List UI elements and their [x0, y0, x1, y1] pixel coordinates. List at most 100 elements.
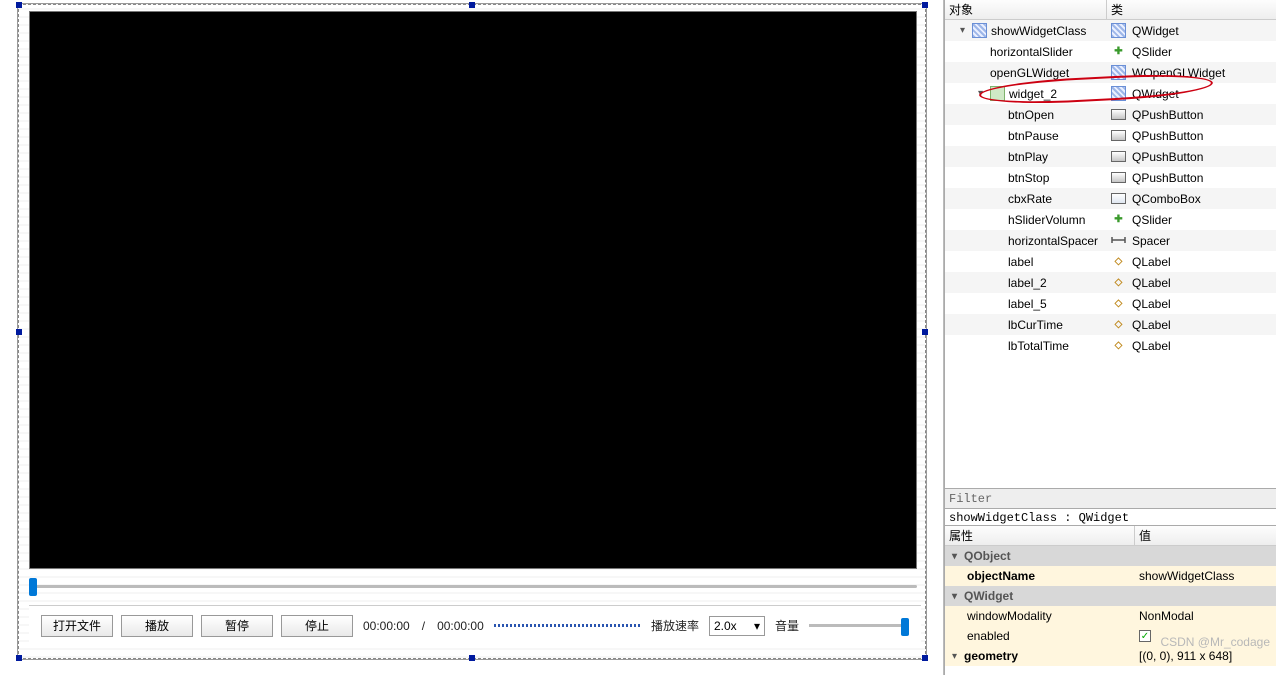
class-name: QLabel	[1132, 318, 1171, 332]
object-name: cbxRate	[1008, 192, 1052, 206]
volume-slider[interactable]	[809, 617, 909, 635]
rate-label: 播放速率	[649, 617, 701, 634]
property-row[interactable]: enabled ✓	[945, 626, 1276, 646]
prop-value[interactable]: showWidgetClass	[1139, 569, 1234, 583]
tree-row[interactable]: ▾widget_2QWidget	[945, 83, 1276, 104]
volume-label: 音量	[773, 617, 801, 634]
tree-row[interactable]: btnOpenQPushButton	[945, 104, 1276, 125]
class-name: Spacer	[1132, 234, 1170, 248]
tree-row[interactable]: openGLWidget WOpenGLWidget	[945, 62, 1276, 83]
stop-button[interactable]: 停止	[281, 615, 353, 637]
object-tree[interactable]: ▾ showWidgetClass QWidget horizontalSlider ✚…	[945, 20, 1276, 488]
class-name: QSlider	[1132, 213, 1172, 227]
header-property[interactable]: 属性	[945, 526, 1135, 545]
horizontal-slider[interactable]	[29, 577, 917, 597]
class-name: QPushButton	[1132, 129, 1203, 143]
property-header: 属性 值	[945, 526, 1276, 546]
object-name: btnPause	[1008, 129, 1059, 143]
object-name: lbTotalTime	[1008, 339, 1069, 353]
prop-value[interactable]: NonModal	[1139, 609, 1194, 623]
expander-icon[interactable]: ▾	[975, 88, 986, 99]
pushbutton-icon	[1111, 109, 1126, 120]
class-name: QPushButton	[1132, 150, 1203, 164]
property-row[interactable]: ▾geometry[(0, 0), 911 x 648]	[945, 646, 1276, 666]
designer-panel: 打开文件 播放 暂停 停止 00:00:00 / 00:00:00 播放速率 2…	[0, 0, 944, 675]
object-name: btnOpen	[1008, 108, 1054, 122]
object-name: showWidgetClass	[991, 24, 1086, 38]
inspector-panel: 对象 类 ▾ showWidgetClass QWidget horizontalSl…	[944, 0, 1276, 675]
class-name: QComboBox	[1132, 192, 1201, 206]
object-name: horizontalSlider	[990, 45, 1073, 59]
header-object[interactable]: 对象	[945, 0, 1107, 19]
vbox-icon	[990, 86, 1005, 101]
slider-icon: ✚	[1111, 44, 1126, 59]
label-icon: ◇	[1111, 338, 1126, 353]
tree-row[interactable]: label◇QLabel	[945, 251, 1276, 272]
tree-row[interactable]: hSliderVolumn✚QSlider	[945, 209, 1276, 230]
pushbutton-icon	[1111, 130, 1126, 141]
prop-name: windowModality	[967, 609, 1052, 623]
tree-row[interactable]: btnStop QPushButton	[945, 167, 1276, 188]
expander-icon[interactable]: ▾	[957, 25, 968, 36]
widget-icon	[1111, 23, 1126, 38]
object-name: openGLWidget	[990, 66, 1069, 80]
opengl-widget[interactable]	[29, 11, 917, 569]
property-row[interactable]: ▾QObject	[945, 546, 1276, 566]
prop-name: geometry	[964, 649, 1018, 663]
tree-row[interactable]: lbCurTime◇QLabel	[945, 314, 1276, 335]
object-name: btnStop	[1008, 171, 1049, 185]
class-name: WOpenGLWidget	[1132, 66, 1225, 80]
property-tree[interactable]: CSDN @Mr_codage ▾QObjectobjectNameshowWi…	[945, 546, 1276, 675]
pushbutton-icon	[1111, 151, 1126, 162]
tree-row[interactable]: cbxRate QComboBox	[945, 188, 1276, 209]
checkbox-icon[interactable]: ✓	[1139, 630, 1151, 642]
rate-combobox[interactable]: 2.0x ▾	[709, 616, 765, 636]
slider-icon: ✚	[1111, 212, 1126, 227]
open-button[interactable]: 打开文件	[41, 615, 113, 637]
design-canvas[interactable]: 打开文件 播放 暂停 停止 00:00:00 / 00:00:00 播放速率 2…	[18, 4, 926, 659]
object-name: horizontalSpacer	[1008, 234, 1098, 248]
chevron-down-icon: ▾	[754, 619, 760, 633]
expander-icon[interactable]: ▾	[949, 651, 960, 662]
property-row[interactable]: ▾ QWidget	[945, 586, 1276, 606]
tree-row[interactable]: label_2◇QLabel	[945, 272, 1276, 293]
header-value[interactable]: 值	[1135, 526, 1276, 545]
property-row[interactable]: windowModality NonModal	[945, 606, 1276, 626]
tree-row[interactable]: btnPlayQPushButton	[945, 146, 1276, 167]
filter-input[interactable]: Filter	[945, 488, 1276, 508]
label-icon: ◇	[1111, 317, 1126, 332]
rate-value: 2.0x	[714, 619, 737, 633]
tree-row[interactable]: horizontalSlider ✚ QSlider	[945, 41, 1276, 62]
tree-row[interactable]: horizontalSpacer Spacer	[945, 230, 1276, 251]
combobox-icon	[1111, 193, 1126, 204]
prop-name: enabled	[967, 629, 1010, 643]
tree-row[interactable]: ▾ showWidgetClass QWidget	[945, 20, 1276, 41]
total-time: 00:00:00	[435, 619, 486, 633]
tree-row[interactable]: btnPause QPushButton	[945, 125, 1276, 146]
category-label: QWidget	[964, 589, 1013, 603]
class-name: QPushButton	[1132, 171, 1203, 185]
play-button[interactable]: 播放	[121, 615, 193, 637]
widget-icon	[1111, 86, 1126, 101]
object-name: label_2	[1008, 276, 1047, 290]
tree-row[interactable]: lbTotalTime ◇ QLabel	[945, 335, 1276, 356]
header-class[interactable]: 类	[1107, 0, 1276, 19]
object-name: label	[1008, 255, 1033, 269]
property-row[interactable]: objectNameshowWidgetClass	[945, 566, 1276, 586]
expander-icon[interactable]: ▾	[949, 551, 960, 562]
current-time: 00:00:00	[361, 619, 412, 633]
label-icon: ◇	[1111, 296, 1126, 311]
progress-mini-slider[interactable]	[494, 617, 641, 635]
class-name: QLabel	[1132, 255, 1171, 269]
object-tree-header: 对象 类	[945, 0, 1276, 20]
class-name: QWidget	[1132, 24, 1179, 38]
pushbutton-icon	[1111, 172, 1126, 183]
pause-button[interactable]: 暂停	[201, 615, 273, 637]
class-name: QSlider	[1132, 45, 1172, 59]
class-name: QLabel	[1132, 297, 1171, 311]
class-name: QWidget	[1132, 87, 1179, 101]
expander-icon[interactable]: ▾	[949, 591, 960, 602]
tree-row[interactable]: label_5◇QLabel	[945, 293, 1276, 314]
widget-icon	[1111, 65, 1126, 80]
class-name: QLabel	[1132, 339, 1171, 353]
